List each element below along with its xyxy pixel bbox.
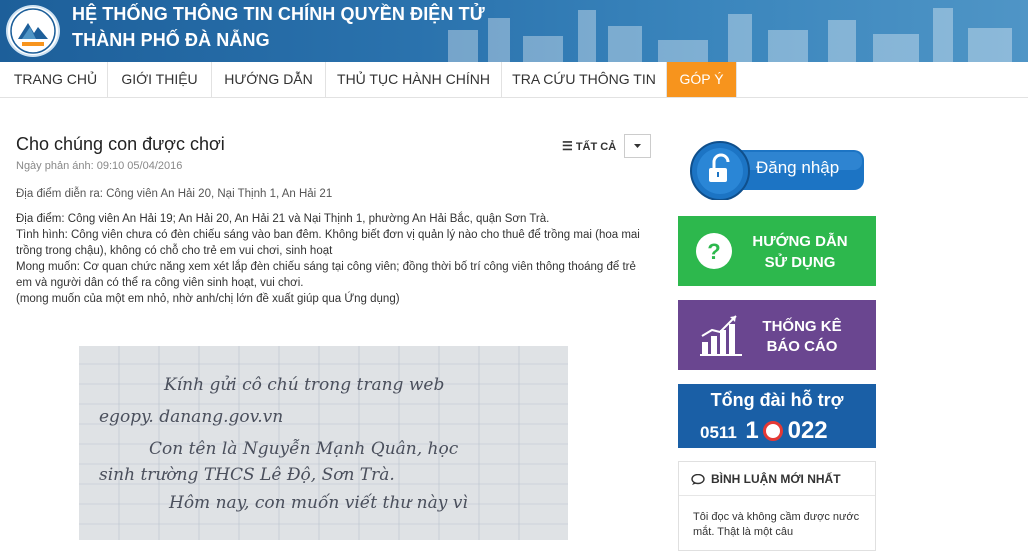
nav-item-about[interactable]: GIỚI THIỆU bbox=[108, 62, 212, 97]
nav-item-lookup[interactable]: TRA CỨU THÔNG TIN bbox=[502, 62, 667, 97]
latest-comments-panel: BÌNH LUẬN MỚI NHẤT Tôi đọc và không cầm … bbox=[678, 461, 876, 551]
filter-dropdown-button[interactable] bbox=[624, 134, 651, 158]
post-body: Địa điểm: Công viên An Hải 19; An Hải 20… bbox=[16, 211, 641, 307]
nav-item-feedback[interactable]: GÓP Ý bbox=[667, 62, 737, 97]
support-hotline-banner[interactable]: Tổng đài hỗ trợ 0511 1 022 bbox=[678, 384, 876, 448]
login-label: Đăng nhập bbox=[756, 158, 840, 177]
danang-logo-icon[interactable] bbox=[6, 5, 60, 57]
nav-item-guide[interactable]: HƯỚNG DẪN bbox=[212, 62, 326, 97]
post-body-line: Địa điểm: Công viên An Hải 19; An Hải 20… bbox=[16, 213, 550, 225]
phone-globe-icon bbox=[763, 421, 784, 441]
question-icon: ? bbox=[696, 233, 732, 269]
filter-all-label: TẤT CẢ bbox=[575, 141, 617, 153]
letter-line: Kính gửi cô chú trong trang web bbox=[163, 375, 444, 395]
comment-icon bbox=[691, 474, 705, 485]
post-body-line: (mong muốn của một em nhỏ, nhờ anh/chị l… bbox=[16, 293, 400, 305]
login-button[interactable]: Đăng nhập bbox=[690, 138, 866, 201]
list-icon: ☰ bbox=[562, 139, 573, 153]
site-title-line2: THÀNH PHỐ ĐÀ NẴNG bbox=[72, 30, 270, 50]
user-guide-label-1: HƯỚNG DẪN bbox=[752, 233, 848, 250]
letter-line: egopy. danang.gov.vn bbox=[99, 407, 283, 427]
letter-line: sinh trường THCS Lê Độ, Sơn Trà. bbox=[99, 465, 395, 485]
letter-line: Hôm nay, con muốn viết thư này vì bbox=[168, 493, 468, 513]
statistics-report-button[interactable]: THỐNG KÊ BÁO CÁO bbox=[678, 300, 876, 370]
nav-item-procedures[interactable]: THỦ TỤC HÀNH CHÍNH bbox=[326, 62, 502, 97]
comment-snippet[interactable]: Tôi đọc và không cầm được nước mắt. Thật… bbox=[693, 510, 863, 540]
letter-line: Con tên là Nguyễn Mạnh Quân, học bbox=[149, 439, 459, 459]
hotline-number: 0511 1 022 bbox=[700, 418, 828, 444]
nav-item-home[interactable]: TRANG CHỦ bbox=[4, 62, 108, 97]
site-header: HỆ THỐNG THÔNG TIN CHÍNH QUYỀN ĐIỆN TỬ T… bbox=[0, 0, 1028, 62]
post-body-line: Tình hình: Công viên chưa có đèn chiếu s… bbox=[16, 229, 640, 257]
bar-chart-icon bbox=[700, 315, 742, 356]
site-title-line1: HỆ THỐNG THÔNG TIN CHÍNH QUYỀN ĐIỆN TỬ bbox=[72, 4, 485, 24]
letter-paper-graphic: Kính gửi cô chú trong trang web egopy. d… bbox=[79, 346, 568, 540]
post-date: Ngày phản ánh: 09:10 05/04/2016 bbox=[16, 160, 183, 172]
hotline-title: Tổng đài hỗ trợ bbox=[710, 390, 844, 410]
user-guide-label-2: SỬ DỤNG bbox=[764, 254, 836, 271]
caret-down-icon bbox=[634, 144, 641, 148]
hotline-digits: 022 bbox=[787, 417, 828, 444]
svg-text:?: ? bbox=[707, 239, 720, 264]
statistics-label-2: BÁO CÁO bbox=[766, 338, 838, 355]
hotline-digit: 1 bbox=[745, 417, 759, 444]
latest-comments-header: BÌNH LUẬN MỚI NHẤT bbox=[679, 462, 875, 496]
filter-all-button[interactable]: ☰ TẤT CẢ bbox=[562, 139, 616, 153]
handwritten-letter-photo[interactable]: Kính gửi cô chú trong trang web egopy. d… bbox=[79, 346, 568, 540]
post-body-line: Mong muốn: Cơ quan chức năng xem xét lắp… bbox=[16, 261, 636, 289]
post-title: Cho chúng con được chơi bbox=[16, 134, 225, 154]
user-guide-button[interactable]: ? HƯỚNG DẪN SỬ DỤNG bbox=[678, 216, 876, 286]
statistics-label-1: THỐNG KÊ bbox=[762, 318, 842, 335]
latest-comments-title: BÌNH LUẬN MỚI NHẤT bbox=[711, 472, 841, 486]
hotline-area-code: 0511 bbox=[700, 423, 737, 442]
city-skyline-image bbox=[448, 8, 1012, 62]
post-location: Địa điểm diễn ra: Công viên An Hải 20, N… bbox=[16, 188, 333, 200]
main-nav: TRANG CHỦ GIỚI THIỆU HƯỚNG DẪN THỦ TỤC H… bbox=[0, 62, 1028, 98]
